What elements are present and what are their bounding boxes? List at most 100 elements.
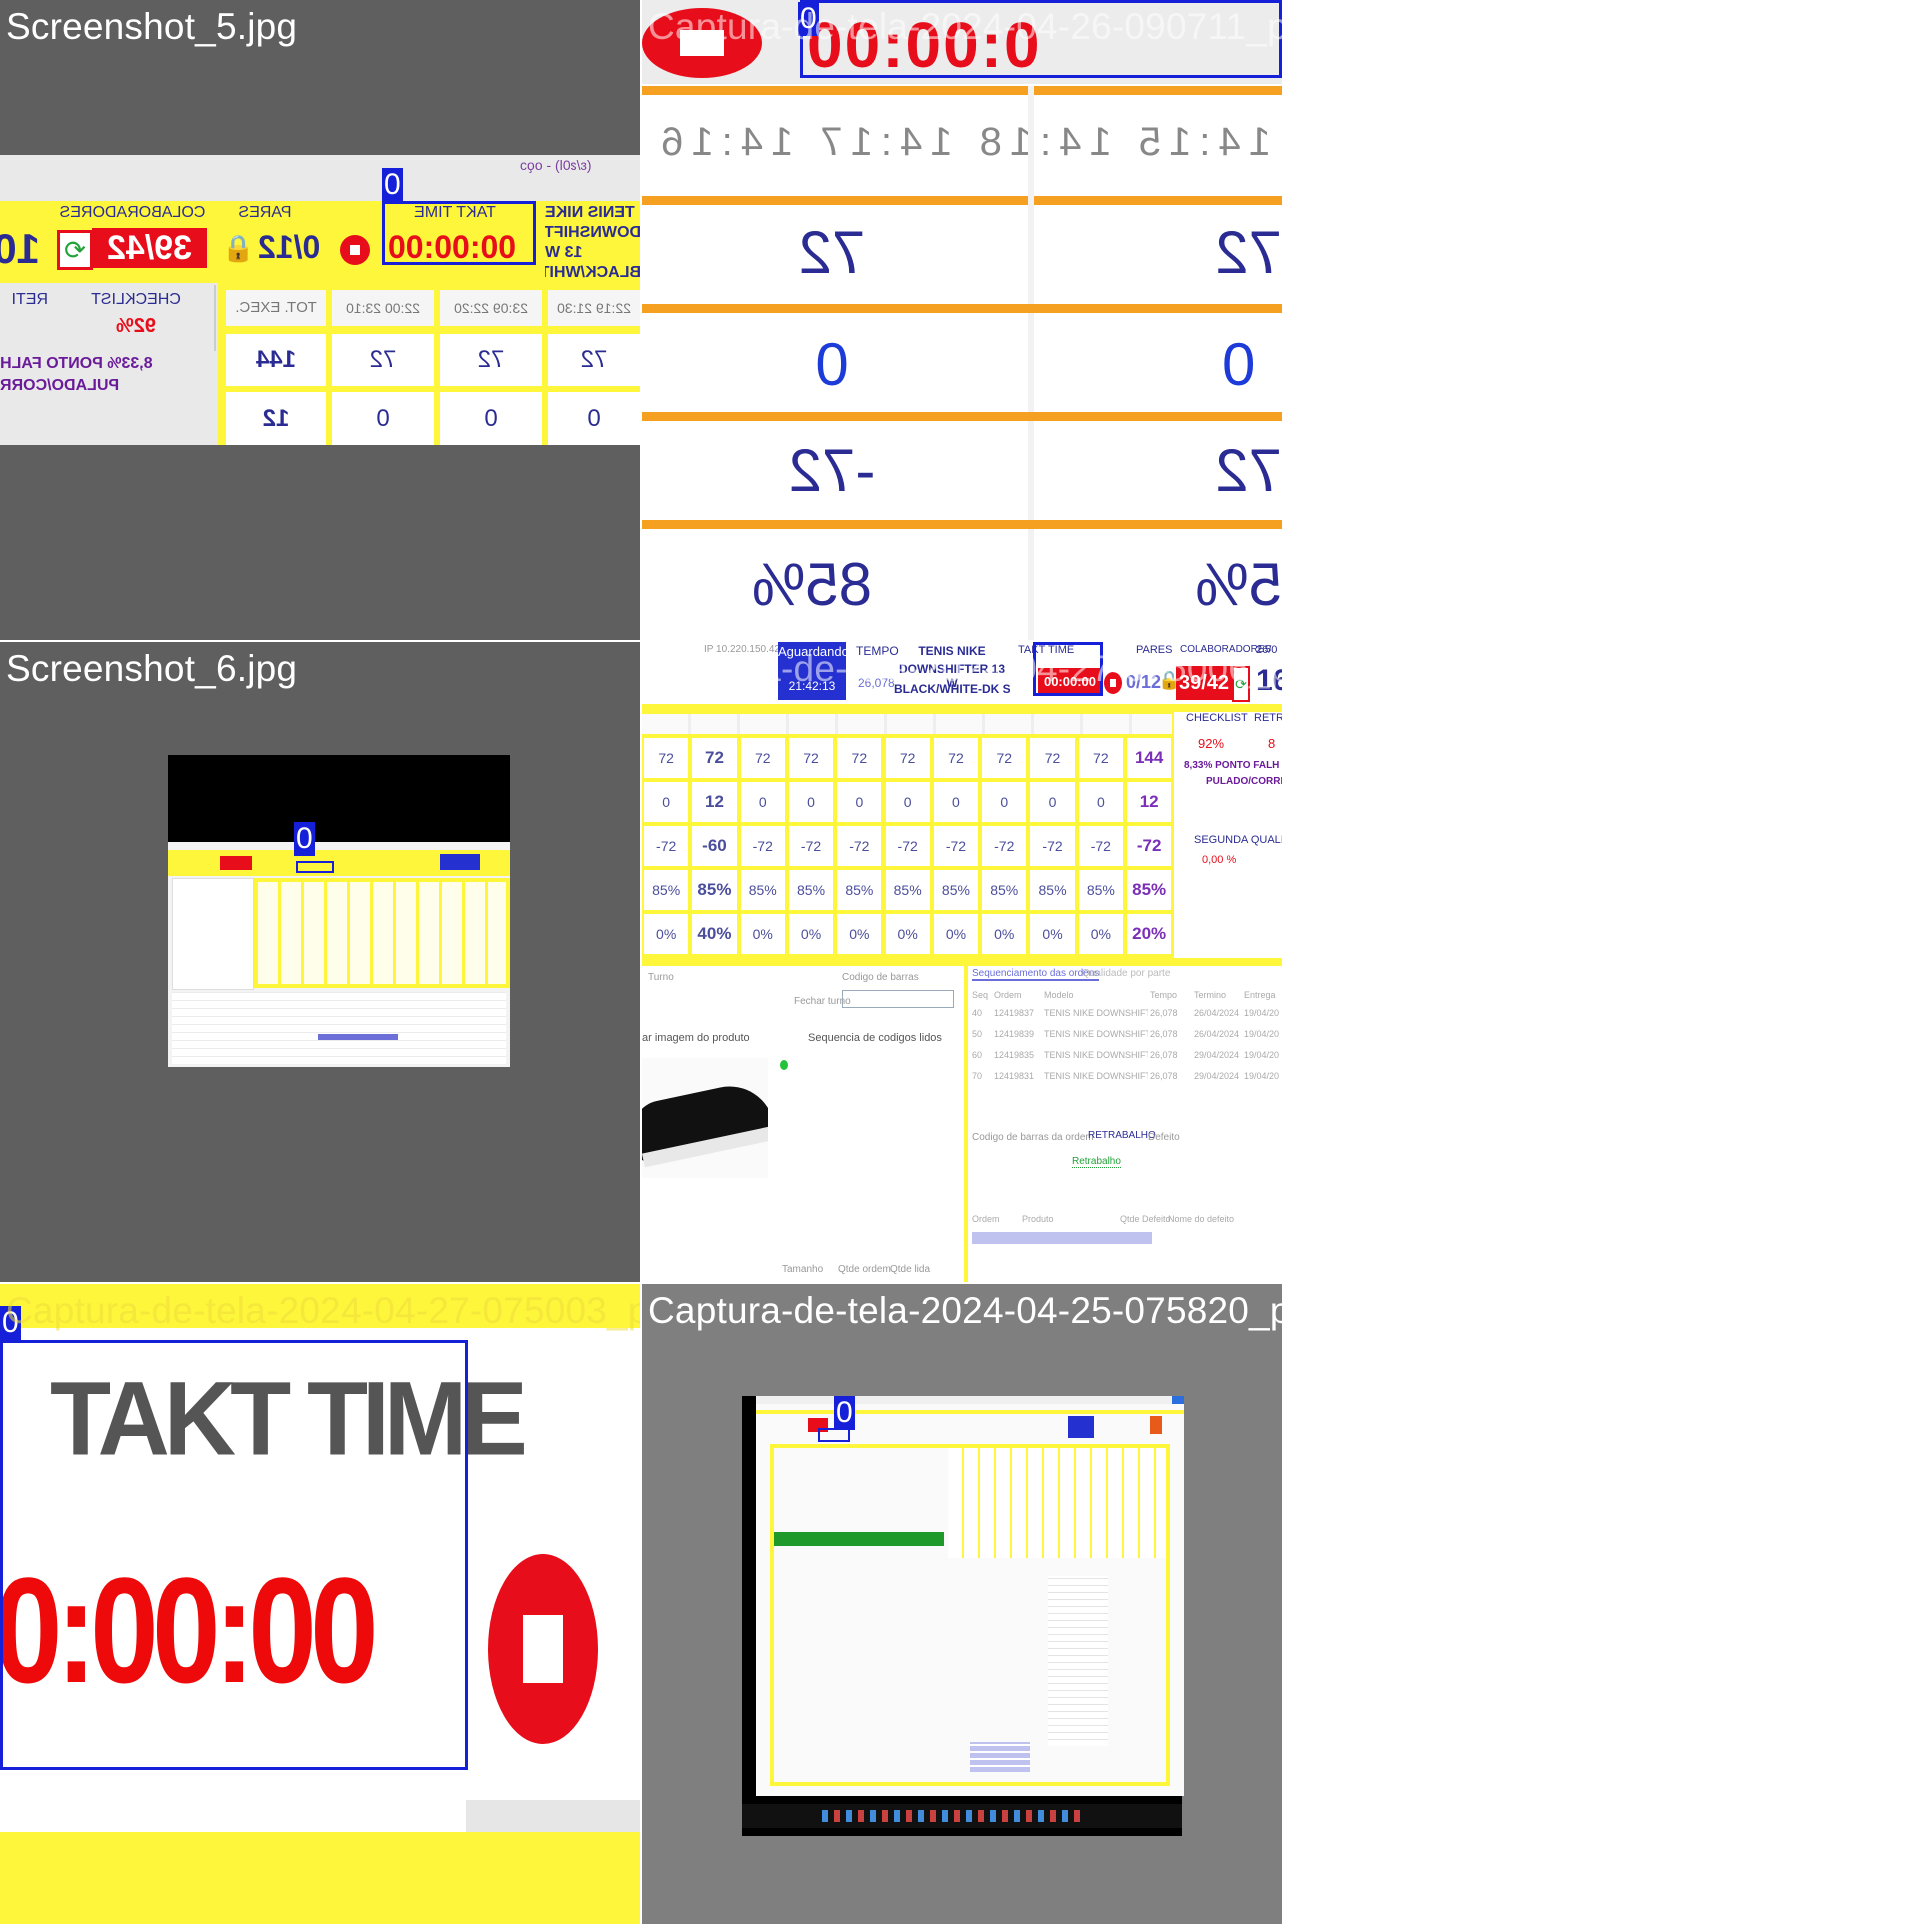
grid-cell: 85%	[788, 870, 834, 910]
grid-cell: 85%	[644, 870, 689, 910]
cell-value: 72	[1215, 437, 1282, 504]
table-cell: 0	[548, 392, 640, 445]
grid-cell: 144	[1127, 738, 1172, 778]
defect-header-cell: Qtde	[1120, 1214, 1140, 1224]
retr-label: RETI	[11, 291, 48, 308]
grid-cell: 85%	[982, 870, 1027, 910]
tab-sequenciamento[interactable]: Sequenciamento das ordens	[972, 968, 1100, 981]
grid-cell: 0%	[933, 914, 979, 954]
screen-thumbnail	[756, 1396, 1184, 1796]
detection-label: 0	[294, 822, 315, 856]
orders-table: Seq Ordem Modelo Tempo Termino Entrega 40 12419…	[972, 990, 1282, 1120]
screen-thumbnail	[168, 842, 510, 1067]
grid-cell: 72	[837, 738, 882, 778]
checklist-label: CHECKLIST	[91, 291, 181, 308]
monitor-panel: (ɛ/ᴤ0l) - oǫɔ COLABORADORES PARES TAKT T…	[0, 155, 640, 445]
light-gray-strip	[466, 1800, 640, 1832]
cell-value: 72	[1215, 219, 1282, 286]
cell-value: 0	[815, 331, 849, 398]
grid-cell: -72	[1078, 826, 1123, 866]
tamanho-label: Tamanho	[782, 1264, 824, 1275]
codigo-ordem-label: Codigo de barras da ordem	[972, 1132, 1094, 1143]
defect-header-cell: Nome do defeito	[1168, 1214, 1235, 1224]
stop-icon	[488, 1554, 598, 1744]
thumb-blue-badge	[440, 854, 480, 870]
order-cell: 40	[972, 1008, 983, 1018]
order-header-cell: Termino	[1194, 990, 1227, 1000]
stop-icon	[340, 235, 370, 265]
thumb-left-panel	[172, 878, 254, 990]
ponto-falho-label: 8,33% PONTO FALH	[1184, 760, 1280, 771]
barcode-input[interactable]	[842, 990, 954, 1008]
grid-cell: 20%	[1127, 914, 1172, 954]
row-separator	[642, 304, 1282, 313]
grid-cell: -72	[982, 826, 1027, 866]
tile-screenshot-6: Screenshot_6.jpg 0	[0, 642, 640, 1282]
detection-box	[0, 1340, 468, 1770]
cell-value: -72	[788, 437, 876, 504]
grid-cell: -72	[837, 826, 882, 866]
tile-filename: Captura-de-tela-2024-04-25-075820_png.rf	[648, 1290, 1282, 1331]
detection-box	[296, 861, 334, 873]
defect-header-cell: Ordem	[972, 1214, 1000, 1224]
grid-cell: -72	[1030, 826, 1075, 866]
table-cell: 0	[440, 392, 542, 445]
grid-cell: 72	[740, 738, 785, 778]
table-row: 12 0 0 0	[226, 392, 640, 445]
cell-value: 0	[1222, 331, 1256, 398]
shoe-image	[642, 1058, 768, 1178]
checklist-label: CHECKLIST	[1186, 712, 1248, 724]
tot-exec-label: TOT. EXEC.	[226, 290, 326, 326]
tab-qualidade[interactable]: Qualidade por parte	[1082, 968, 1170, 979]
taskbar-icons	[822, 1810, 1082, 1822]
row-separator	[642, 196, 1282, 205]
grid-bottom-rule	[642, 958, 1282, 966]
order-cell: 26,078	[1150, 1029, 1178, 1039]
grid-cell: -60	[692, 826, 737, 866]
order-cell: 70	[972, 1071, 983, 1081]
grid-cell: 85%	[837, 870, 882, 910]
side-panel: CHECKLIST RETR 92% 8 8,33% PONTO FALH PU…	[1176, 712, 1282, 958]
sequencia-codigos-label: Sequencia de codigos lidos	[808, 1032, 942, 1044]
tile-screenshot-5: Screenshot_5.jpg (ɛ/ᴤ0l) - oǫɔ COLABORAD…	[0, 0, 640, 640]
table-row: 144 72 72 72	[226, 334, 640, 386]
checklist-pct: 92%	[115, 315, 157, 337]
grid-cell: 72	[933, 738, 979, 778]
grid-cell: 0	[740, 782, 785, 822]
time-range: 22:00 23:10	[332, 290, 434, 326]
grid-cell: 72	[1078, 738, 1123, 778]
column-separator	[1028, 86, 1034, 640]
detection-box	[818, 1428, 850, 1442]
thumb-grid	[948, 1448, 1170, 1558]
thumb-green-bar	[774, 1532, 944, 1546]
product-label: TENIS NIKE DOWNSHIFTER 13 W BLACK/WHITE-…	[545, 204, 640, 281]
bottom-yellow-band	[0, 1832, 640, 1924]
grid-cell: 72	[788, 738, 834, 778]
grid-cell: 0	[982, 782, 1027, 822]
grid-cell: 0%	[740, 914, 785, 954]
segunda-qualidade-label: SEGUNDA QUALI	[1194, 834, 1282, 846]
grid-cell: -72	[788, 826, 834, 866]
breadcrumb: (ɛ/ᴤ0l) - oǫɔ	[520, 157, 592, 173]
order-cell: 12419839	[994, 1029, 1035, 1039]
grid-cell: 12	[1127, 782, 1172, 822]
grid-cell: 0%	[788, 914, 834, 954]
grid-cell: 72	[644, 738, 689, 778]
grid-cell: 0	[837, 782, 882, 822]
order-cell: TENIS NIKE DOWNSHIFTER 1	[1044, 1050, 1148, 1060]
table-cell: 144	[226, 334, 326, 386]
detection-box	[382, 201, 536, 265]
retrabalho-button[interactable]: Retrabalho	[1072, 1156, 1121, 1168]
grid-cell: 85%	[1078, 870, 1123, 910]
order-cell: 19/04/20	[1244, 1008, 1280, 1018]
colaboradores-label: COLABORADORES	[59, 204, 206, 221]
grid-cell: 85%	[933, 870, 979, 910]
thumb-blue-badge	[1068, 1416, 1094, 1438]
table-cell: 0	[332, 392, 434, 445]
order-cell: TENIS NIKE DOWNSHIFTER 1	[1044, 1029, 1148, 1039]
grid-cell: 85%	[692, 870, 737, 910]
grid-cell: 72	[982, 738, 1027, 778]
grid-cell: 85%	[885, 870, 930, 910]
cell-value: 72	[798, 219, 866, 286]
time-header-row	[642, 714, 1172, 734]
